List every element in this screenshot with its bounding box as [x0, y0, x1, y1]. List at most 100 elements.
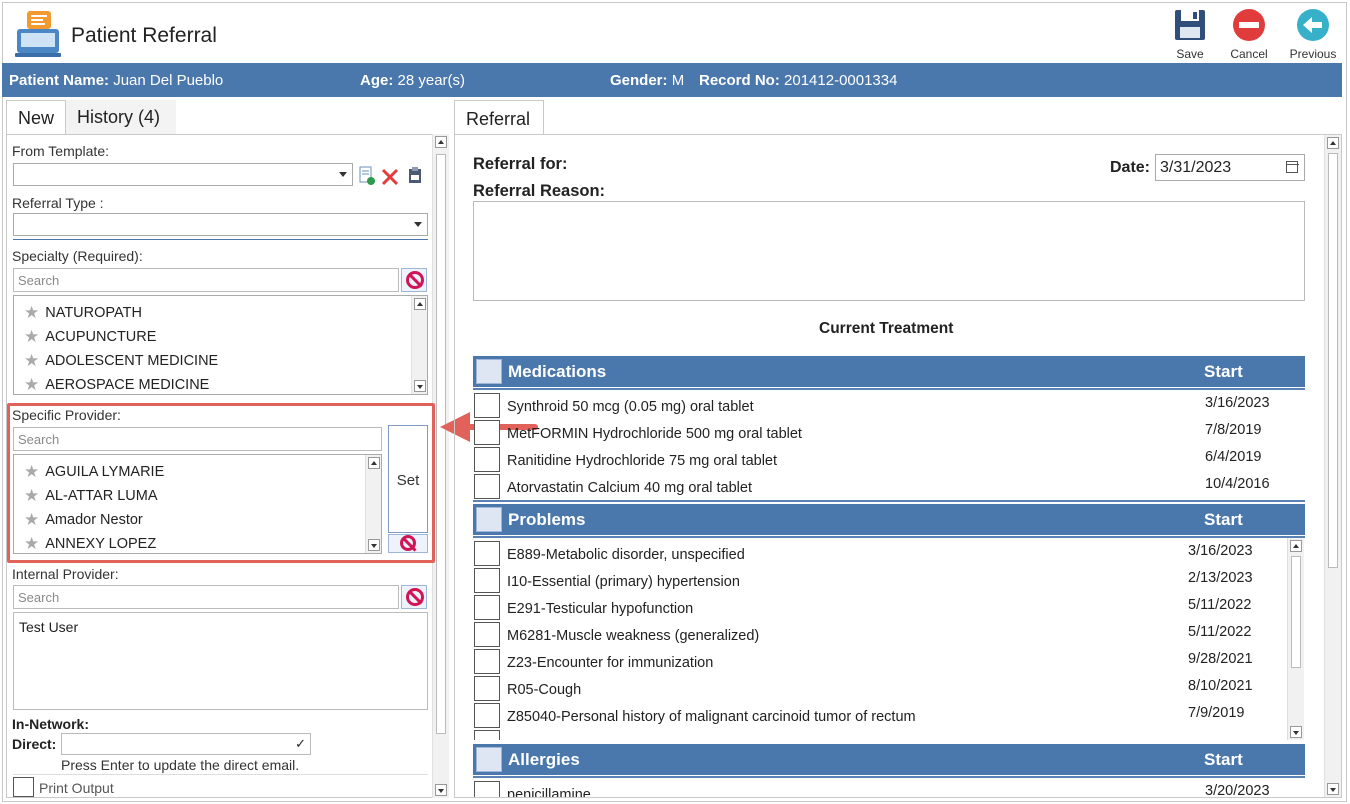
direct-hint: Press Enter to update the direct email.	[61, 757, 300, 773]
row-checkbox[interactable]	[474, 781, 500, 797]
cancel-label: Cancel	[1230, 47, 1268, 61]
page-title: Patient Referral	[71, 24, 217, 47]
calendar-icon[interactable]	[1286, 161, 1299, 173]
row-checkbox[interactable]	[474, 541, 500, 566]
table-row[interactable]: Ranitidine Hydrochloride 75 mg oral tabl…	[473, 445, 1305, 472]
no-entry-icon	[406, 271, 424, 289]
divider	[13, 774, 428, 775]
referral-reason-label: Referral Reason:	[473, 182, 606, 200]
problems-select-all-checkbox[interactable]	[476, 507, 502, 532]
back-arrow-icon	[1295, 7, 1331, 43]
template-dropdown[interactable]	[13, 163, 353, 186]
current-treatment-heading: Current Treatment	[819, 320, 954, 337]
internal-provider-clear-button[interactable]	[401, 585, 427, 609]
table-row[interactable]: Synthroid 50 mcg (0.05 mg) oral tablet 3/…	[473, 391, 1305, 418]
divider	[473, 776, 1305, 778]
row-checkbox[interactable]	[474, 474, 500, 499]
star-icon[interactable]: ★	[24, 351, 39, 370]
start-column-header: Start	[1204, 510, 1243, 529]
problems-scrollbar[interactable]	[1287, 538, 1304, 740]
date-picker[interactable]: 3/31/2023	[1155, 154, 1305, 181]
tab-new[interactable]: New	[6, 100, 66, 135]
list-item[interactable]: ★ NATUROPATH	[24, 302, 142, 322]
internal-provider-search-input[interactable]: Search	[13, 585, 399, 609]
problems-header: Problems Start	[473, 504, 1305, 535]
stop-icon	[1231, 7, 1267, 43]
previous-label: Previous	[1289, 47, 1337, 61]
floppy-disk-icon	[1172, 7, 1208, 43]
save-button[interactable]: Save	[1165, 7, 1215, 61]
clipboard-icon[interactable]	[408, 166, 422, 184]
date-value: 3/31/2023	[1160, 159, 1232, 176]
tab-history[interactable]: History (4)	[66, 100, 176, 135]
internal-provider-list[interactable]: Test User	[13, 612, 428, 710]
date-label: Date:	[1110, 159, 1151, 176]
specialty-clear-button[interactable]	[401, 268, 427, 292]
table-row[interactable]: Atorvastatin Calcium 40 mg oral tablet 10…	[473, 472, 1305, 499]
cancel-button[interactable]: Cancel	[1224, 7, 1274, 61]
table-row[interactable]: E291-Testicular hypofunction 5/11/2022	[473, 593, 1305, 620]
row-checkbox[interactable]	[474, 649, 500, 674]
divider	[473, 536, 1305, 538]
star-icon[interactable]: ★	[24, 327, 39, 346]
star-icon[interactable]: ★	[24, 303, 39, 322]
previous-button[interactable]: Previous	[1286, 7, 1340, 61]
start-column-header: Start	[1204, 750, 1243, 769]
table-row[interactable]: MetFORMIN Hydrochloride 500 mg oral tabl…	[473, 418, 1305, 445]
title-bar: Patient Referral Save Cancel Previous	[3, 3, 1346, 65]
from-template-label: From Template:	[12, 143, 109, 159]
referral-reason-textarea[interactable]	[473, 201, 1305, 301]
row-checkbox[interactable]	[474, 622, 500, 647]
allergies-header: Allergies Start	[473, 744, 1305, 775]
divider	[13, 239, 428, 240]
divider	[473, 500, 1305, 502]
row-checkbox[interactable]	[474, 568, 500, 593]
row-checkbox[interactable]	[474, 393, 500, 418]
table-row[interactable]: I10-Essential (primary) hypertension 2/13…	[473, 566, 1305, 593]
patient-gender: Gender: M	[610, 72, 685, 89]
in-network-label: In-Network:	[12, 716, 89, 732]
referral-app-icon	[15, 11, 61, 57]
row-checkbox[interactable]	[474, 676, 500, 701]
checkmark-icon: ✓	[295, 736, 306, 751]
table-row[interactable]: R05-Cough 8/10/2021	[473, 674, 1305, 701]
allergies-title: Allergies	[508, 750, 580, 769]
new-template-icon[interactable]	[359, 166, 375, 186]
right-panel-scrollbar[interactable]	[1324, 135, 1341, 797]
list-item[interactable]: Test User	[19, 619, 78, 635]
referral-type-dropdown[interactable]	[13, 213, 428, 236]
table-row[interactable]: E889-Metabolic disorder, unspecified 3/16…	[473, 539, 1305, 566]
row-checkbox[interactable]	[474, 595, 500, 620]
table-row[interactable]: penicillamine 3/20/2023	[473, 779, 1305, 797]
direct-email-input[interactable]: ✓	[61, 733, 311, 755]
save-label: Save	[1176, 47, 1204, 61]
medications-select-all-checkbox[interactable]	[476, 359, 502, 384]
table-row[interactable]: M6281-Muscle weakness (generalized) 5/11/…	[473, 620, 1305, 647]
specialty-list[interactable]: ★ NATUROPATH ★ ACUPUNCTURE ★ ADOLESCENT MED…	[13, 295, 428, 395]
row-checkbox[interactable]	[474, 703, 500, 728]
tab-referral[interactable]: Referral	[454, 100, 544, 135]
delete-template-icon[interactable]	[381, 168, 399, 186]
no-entry-icon	[406, 588, 424, 606]
specialty-scrollbar[interactable]	[411, 296, 427, 394]
referral-type-label: Referral Type :	[12, 195, 104, 211]
internal-provider-label: Internal Provider:	[12, 566, 119, 582]
referral-for-label: Referral for:	[473, 155, 568, 173]
patient-record: Record No: 201412-0001334	[699, 72, 898, 89]
specialty-search-input[interactable]: Search	[13, 268, 399, 292]
print-output-checkbox[interactable]	[13, 777, 34, 797]
referral-panel: Referral for: Referral Reason: Date: 3/3…	[454, 134, 1342, 798]
table-row[interactable]: Z85040-Personal history of malignant car…	[473, 701, 1305, 728]
list-item[interactable]: ★ AEROSPACE MEDICINE	[24, 374, 209, 394]
table-row[interactable]: Z23-Encounter for immunization 9/28/2021	[473, 647, 1305, 674]
patient-name: Patient Name: Juan Del Pueblo	[9, 72, 224, 89]
row-checkbox[interactable]	[474, 420, 500, 445]
start-column-header: Start	[1204, 362, 1243, 381]
list-item[interactable]: ★ ACUPUNCTURE	[24, 326, 156, 346]
list-item[interactable]: ★ ADOLESCENT MEDICINE	[24, 350, 218, 370]
medications-title: Medications	[508, 362, 607, 381]
problems-title: Problems	[508, 510, 586, 529]
allergies-select-all-checkbox[interactable]	[476, 747, 502, 772]
row-checkbox[interactable]	[474, 447, 500, 472]
star-icon[interactable]: ★	[24, 375, 39, 394]
